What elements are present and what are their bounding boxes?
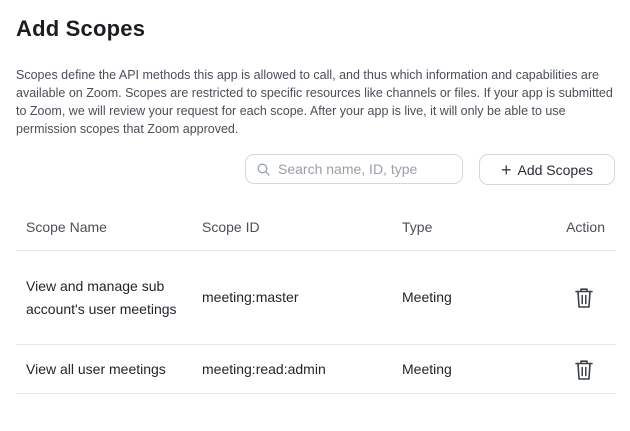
table-row: View all user meetings meeting:read:admi…: [16, 344, 616, 394]
table-row: View and manage sub account's user meeti…: [16, 250, 616, 345]
search-input[interactable]: [278, 161, 448, 177]
page-title: Add Scopes: [16, 16, 146, 41]
scope-action-cell: [532, 250, 616, 345]
trash-icon[interactable]: [574, 359, 594, 381]
add-scopes-label: Add Scopes: [517, 161, 594, 178]
table-header-row: Scope Name Scope ID Type Action: [16, 203, 616, 251]
column-header-action: Action: [532, 203, 616, 251]
scope-name-cell: View all user meetings: [16, 344, 192, 394]
search-icon: [257, 163, 270, 176]
column-header-type: Type: [392, 203, 532, 251]
add-scopes-button[interactable]: + Add Scopes: [479, 154, 615, 185]
search-box[interactable]: [245, 154, 463, 184]
add-scopes-page: Add Scopes Scopes define the API methods…: [0, 0, 630, 431]
scope-id-cell: meeting:master: [192, 250, 392, 345]
scope-type-cell: Meeting: [392, 344, 532, 394]
column-header-scope-id: Scope ID: [192, 203, 392, 251]
scopes-table: Scope Name Scope ID Type Action View and…: [16, 203, 616, 394]
scope-name-cell: View and manage sub account's user meeti…: [16, 250, 192, 345]
scope-id-cell: meeting:read:admin: [192, 344, 392, 394]
column-header-scope-name: Scope Name: [16, 203, 192, 251]
plus-icon: +: [500, 159, 512, 180]
scope-action-cell: [532, 344, 616, 394]
page-description: Scopes define the API methods this app i…: [16, 68, 613, 136]
scope-type-cell: Meeting: [392, 250, 532, 345]
trash-icon[interactable]: [574, 287, 594, 309]
